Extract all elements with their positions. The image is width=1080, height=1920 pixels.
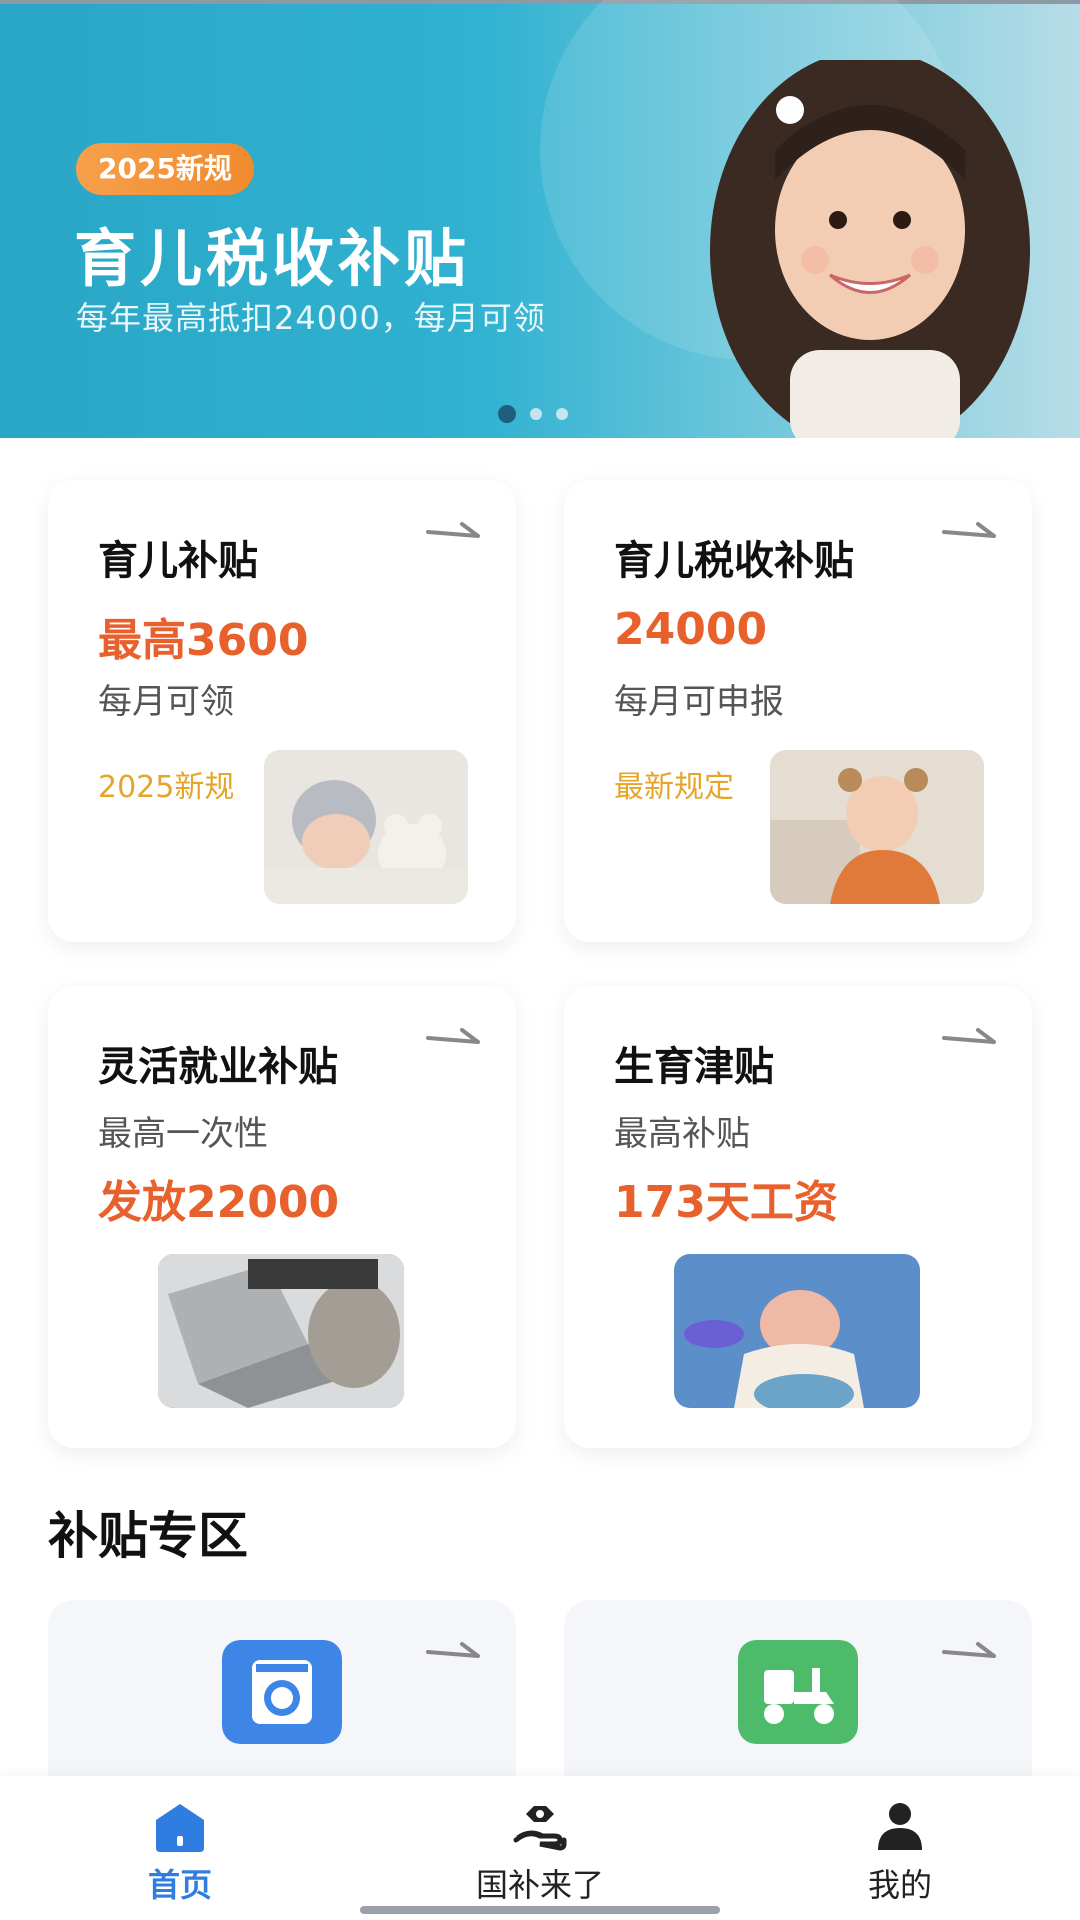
card-maternity-allowance[interactable]: 生育津贴 最高补贴 173天工资: [564, 986, 1032, 1448]
banner-subtitle: 每年最高抵扣24000，每月可领: [76, 299, 546, 337]
status-line: [0, 0, 1080, 4]
card-childcare-subsidy[interactable]: 育儿补贴 最高3600 每月可领 2025新规: [48, 480, 516, 942]
nav-item-profile[interactable]: 我的: [790, 1776, 1010, 1920]
card-childcare-tax-subsidy[interactable]: 育儿税收补贴 24000 每月可申报 最新规定: [564, 480, 1032, 942]
banner-title: 育儿税收补贴: [74, 222, 471, 295]
card-highlight: 24000: [614, 604, 768, 655]
arrow-right-icon: [426, 1028, 480, 1044]
arrow-right-icon: [942, 1642, 996, 1658]
arrow-right-icon: [942, 1028, 996, 1044]
promo-banner[interactable]: 2025新规 育儿税收补贴 每年最高抵扣24000，每月可领: [0, 0, 1080, 438]
card-desc: 每月可申报: [614, 682, 784, 722]
bottom-nav: 首页 国补来了 我的: [0, 1776, 1080, 1920]
card-desc: 最高补贴: [614, 1114, 750, 1154]
carousel-dots[interactable]: [498, 405, 568, 423]
zone-item-appliance[interactable]: [48, 1600, 516, 1800]
card-highlight: 173天工资: [614, 1177, 838, 1228]
home-indicator[interactable]: [360, 1906, 720, 1914]
card-title: 育儿补贴: [98, 538, 258, 584]
arrow-right-icon: [426, 522, 480, 538]
card-desc: 最高一次性: [98, 1114, 268, 1154]
carousel-dot[interactable]: [530, 408, 542, 420]
card-note: 2025新规: [98, 770, 235, 805]
home-icon: [156, 1804, 204, 1852]
arrow-right-icon: [426, 1642, 480, 1658]
subsidy-hand-icon: [513, 1806, 567, 1851]
banner-girl-image: [710, 60, 1030, 438]
section-title: 补贴专区: [48, 1507, 248, 1565]
zone-item-scooter[interactable]: [564, 1600, 1032, 1800]
carousel-dot[interactable]: [498, 405, 516, 423]
user-icon: [878, 1803, 922, 1850]
laptop-typing-image: [158, 1254, 404, 1408]
card-highlight: 发放22000: [98, 1177, 340, 1228]
arrow-right-icon: [942, 522, 996, 538]
banner-tag: 2025新规: [76, 143, 254, 195]
toddler-girl-image: [770, 750, 984, 904]
card-title: 灵活就业补贴: [98, 1044, 338, 1090]
nav-item-home[interactable]: 首页: [70, 1776, 290, 1920]
nav-label: 我的: [867, 1866, 932, 1904]
card-desc: 每月可领: [98, 682, 234, 722]
card-highlight: 最高3600: [98, 615, 309, 666]
card-title: 育儿税收补贴: [614, 538, 854, 584]
card-title: 生育津贴: [614, 1044, 774, 1090]
nav-item-subsidy[interactable]: 国补来了: [430, 1776, 650, 1920]
card-note: 最新规定: [614, 770, 734, 805]
scooter-icon: [738, 1640, 858, 1744]
newborn-delivery-image: [674, 1254, 920, 1408]
card-flexible-employment-subsidy[interactable]: 灵活就业补贴 最高一次性 发放22000: [48, 986, 516, 1448]
nav-label: 首页: [147, 1866, 212, 1904]
sleeping-baby-image: [264, 750, 468, 904]
washing-machine-icon: [222, 1640, 342, 1744]
nav-label: 国补来了: [475, 1866, 604, 1904]
carousel-dot[interactable]: [556, 408, 568, 420]
